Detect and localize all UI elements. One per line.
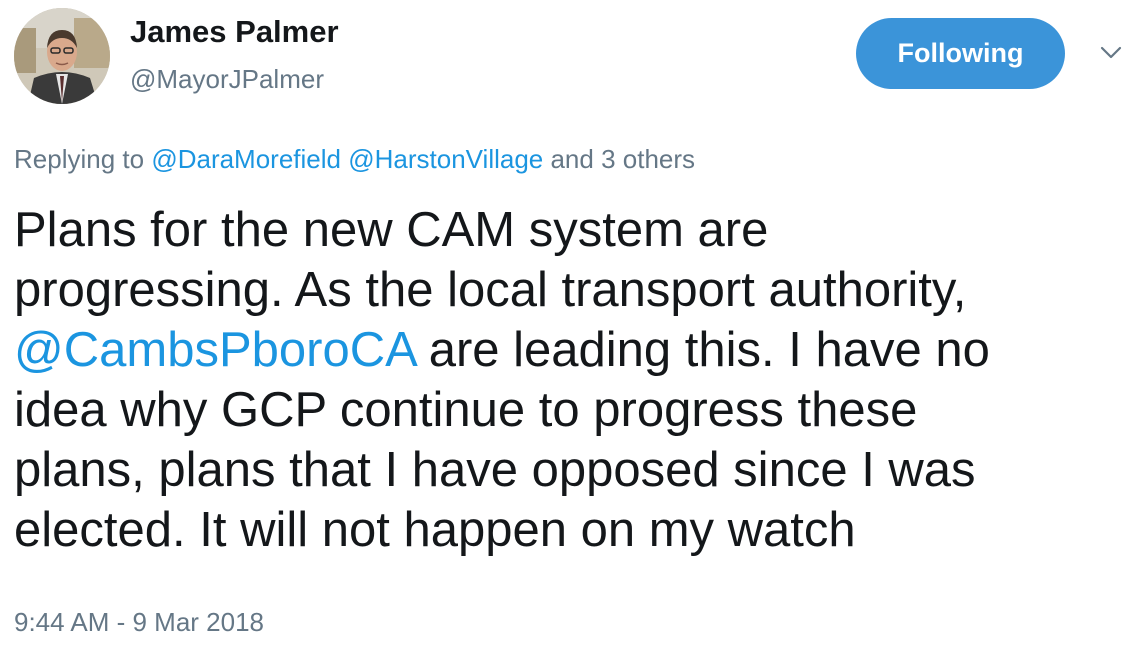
tweet-line: progressing. As the local transport auth… [14, 263, 967, 317]
mention-link-cambspboroca[interactable]: @CambsPboroCA [14, 323, 415, 377]
mention-link-harstonvillage[interactable]: @HarstonVillage [348, 144, 543, 174]
reply-context: Replying to @DaraMorefield @HarstonVilla… [14, 144, 695, 175]
tweet-line: plans, plans that I have opposed since I… [14, 443, 976, 497]
mention-link-daramorefield[interactable]: @DaraMorefield [151, 144, 341, 174]
tweet-line: idea why GCP continue to progress these [14, 383, 918, 437]
profile-photo-icon [14, 8, 110, 104]
reply-prefix: Replying to [14, 144, 152, 174]
display-name[interactable]: James Palmer [130, 14, 339, 50]
tweet-line: elected. It will not happen on my watch [14, 503, 856, 557]
reply-others[interactable]: and 3 others [543, 144, 695, 174]
tweet-line: Plans for the new CAM system are [14, 203, 769, 257]
tweet-timestamp[interactable]: 9:44 AM - 9 Mar 2018 [14, 607, 264, 638]
tweet-line: @CambsPboroCA are leading this. I have n… [14, 320, 1134, 380]
user-handle[interactable]: @MayorJPalmer [130, 64, 324, 95]
tweet-card: James Palmer @MayorJPalmer Following Rep… [0, 0, 1146, 649]
more-options-button[interactable] [1098, 40, 1124, 66]
user-avatar[interactable] [14, 8, 110, 104]
tweet-line-rest: are leading this. I have no [415, 323, 990, 377]
chevron-down-icon [1100, 46, 1122, 59]
tweet-text: Plans for the new CAM system are progres… [14, 200, 1134, 560]
following-button[interactable]: Following [856, 18, 1065, 89]
